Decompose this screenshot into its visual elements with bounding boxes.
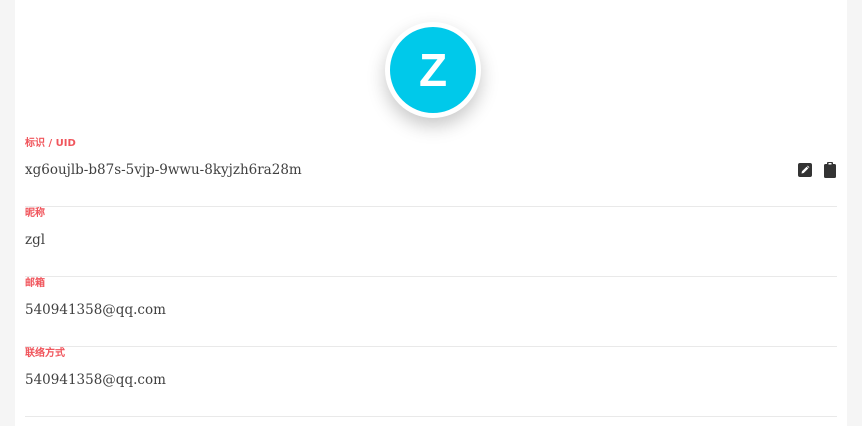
nickname-value: zgl (25, 232, 46, 248)
uid-actions (797, 162, 837, 178)
uid-value: xg6oujlb-b87s-5vjp-9wwu-8kyjzh6ra28m (25, 162, 302, 178)
email-label: 邮箱 (25, 278, 45, 289)
contact-field: 联络方式 540941358@qq.com (25, 347, 837, 417)
contact-label: 联络方式 (25, 348, 65, 359)
email-field: 邮箱 540941358@qq.com (25, 277, 837, 347)
contact-value: 540941358@qq.com (25, 372, 166, 388)
uid-field: 标识 / UID xg6oujlb-b87s-5vjp-9wwu-8kyjzh6… (25, 137, 837, 207)
email-value: 540941358@qq.com (25, 302, 166, 318)
edit-icon[interactable] (797, 162, 812, 178)
profile-card: Z 标识 / UID xg6oujlb-b87s-5vjp-9wwu-8kyjz… (15, 0, 847, 426)
nickname-field: 昵称 zgl (25, 207, 837, 277)
avatar: Z (385, 22, 481, 118)
nickname-label: 昵称 (25, 208, 45, 219)
uid-label: 标识 / UID (25, 138, 76, 149)
clipboard-icon[interactable] (822, 162, 837, 178)
avatar-letter: Z (418, 44, 448, 96)
